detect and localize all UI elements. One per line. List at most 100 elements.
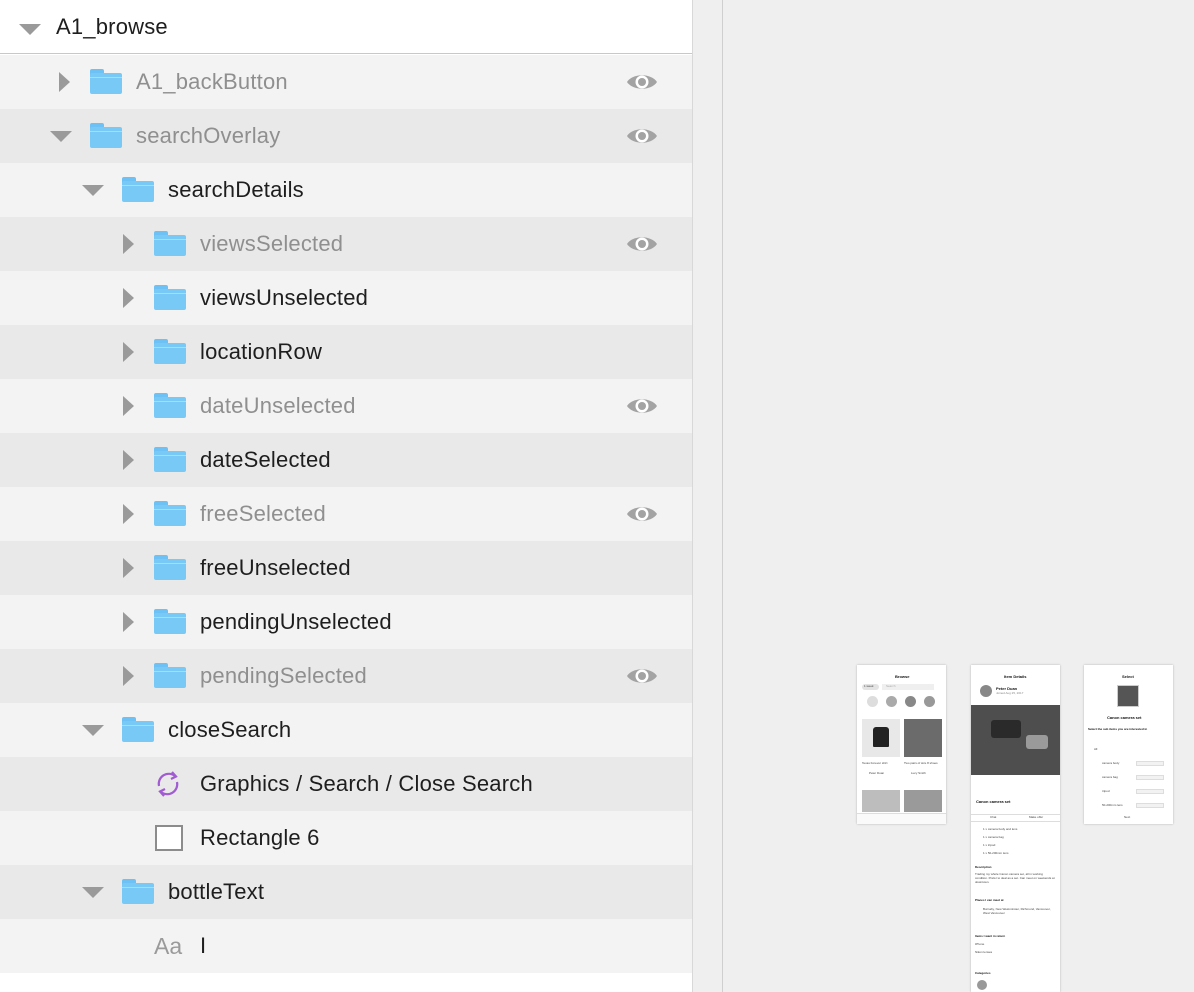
folder-icon <box>154 663 186 688</box>
instruction: Select the sub items you are interested … <box>1088 727 1148 731</box>
disclosure-collapsed-icon[interactable] <box>123 450 134 470</box>
folder-icon <box>122 177 154 202</box>
sub-item: 1 x tripod <box>983 843 996 847</box>
disclosure-collapsed-icon[interactable] <box>59 72 70 92</box>
symbol-icon <box>153 769 183 799</box>
search-placeholder: Search <box>886 684 896 688</box>
layer-label: A1_backButton <box>136 69 288 94</box>
layer-row[interactable]: dateUnselected <box>0 379 692 433</box>
layer-row[interactable]: viewsUnselected <box>0 271 692 325</box>
folder-icon <box>122 879 154 904</box>
disclosure-expanded-icon[interactable] <box>50 131 72 142</box>
search-chip-label: 1 week <box>864 684 874 688</box>
layer-label: Rectangle 6 <box>200 825 320 850</box>
visibility-eye-icon[interactable] <box>626 395 658 417</box>
folder-icon <box>154 393 186 418</box>
item-thumbnail <box>1117 685 1139 707</box>
item-image <box>904 790 942 812</box>
category-icon <box>977 980 987 990</box>
layer-row[interactable]: A1_backButton <box>0 55 692 109</box>
layer-row[interactable]: searchDetails <box>0 163 692 217</box>
want-item: Nikon lenses <box>975 950 993 954</box>
artboard-select[interactable]: Select Canon camera set Select the sub i… <box>1084 665 1173 824</box>
layer-row[interactable]: pendingUnselected <box>0 595 692 649</box>
layer-row[interactable]: Rectangle 6 <box>0 811 692 865</box>
folder-icon <box>122 717 154 742</box>
item-name: Canon camera set <box>976 799 1011 804</box>
folder-icon <box>154 447 186 472</box>
item-photo-detail <box>991 720 1021 738</box>
categories-heading: Categories <box>975 971 991 975</box>
visibility-eye-icon[interactable] <box>626 503 658 525</box>
disclosure-expanded-icon[interactable] <box>82 725 104 736</box>
disclosure-collapsed-icon[interactable] <box>123 612 134 632</box>
item-photo-detail <box>1026 735 1048 749</box>
layer-label: A1_browse <box>56 13 168 39</box>
tab-bar <box>857 813 946 824</box>
tab-strip <box>971 814 1060 822</box>
disclosure-expanded-icon[interactable] <box>82 887 104 898</box>
artboard-browse[interactable]: Browse 1 week Search Texas Forever shirt… <box>857 665 946 824</box>
tab-chat: Chat <box>990 815 997 819</box>
layers-panel: A1_browse A1_backButton searchOverlay sear… <box>0 0 693 992</box>
disclosure-expanded-icon[interactable] <box>19 24 41 35</box>
layer-row[interactable]: viewsSelected <box>0 217 692 271</box>
artboard-item-details[interactable]: Item Details Peter Duan Joined Aug 25, 2… <box>971 665 1060 992</box>
stepper <box>1136 775 1164 780</box>
layer-label: bottleText <box>168 879 265 904</box>
disclosure-collapsed-icon[interactable] <box>123 234 134 254</box>
category-icon <box>886 696 897 707</box>
layer-label: Graphics / Search / Close Search <box>200 771 533 796</box>
layer-row[interactable]: pendingSelected <box>0 649 692 703</box>
artboard-title: Select <box>1122 674 1134 679</box>
layer-label: viewsSelected <box>200 231 344 256</box>
want-heading: Items I want in return <box>975 934 1006 938</box>
option-all: All <box>1094 747 1098 751</box>
layer-row[interactable]: dateSelected <box>0 433 692 487</box>
disclosure-collapsed-icon[interactable] <box>123 396 134 416</box>
want-item: iPhone <box>975 942 985 946</box>
visibility-eye-icon[interactable] <box>626 665 658 687</box>
visibility-eye-icon[interactable] <box>626 125 658 147</box>
tab-make-offer: Make offer <box>1029 815 1044 819</box>
places-heading: Places I can meet at <box>975 898 1004 902</box>
visibility-eye-icon[interactable] <box>626 71 658 93</box>
disclosure-expanded-icon[interactable] <box>82 185 104 196</box>
user-joined: Joined Aug 25, 2017 <box>996 691 1024 695</box>
disclosure-collapsed-icon[interactable] <box>123 342 134 362</box>
avatar <box>980 685 992 697</box>
layer-row[interactable]: Aa I <box>0 919 692 973</box>
layer-label: pendingSelected <box>200 663 367 688</box>
item-name: Canon camera set <box>1107 715 1142 720</box>
sub-item: 1 x 50-200mm lens <box>983 851 1009 855</box>
layer-label: freeUnselected <box>200 555 351 580</box>
disclosure-collapsed-icon[interactable] <box>123 504 134 524</box>
layer-row[interactable]: locationRow <box>0 325 692 379</box>
disclosure-collapsed-icon[interactable] <box>123 558 134 578</box>
option: tripod <box>1102 789 1110 793</box>
layer-label: dateUnselected <box>200 393 356 418</box>
layer-row[interactable]: closeSearch <box>0 703 692 757</box>
artboard-title: Item Details <box>1004 674 1027 679</box>
shirt-image <box>873 727 889 747</box>
layer-row[interactable]: freeUnselected <box>0 541 692 595</box>
layer-row[interactable]: searchOverlay <box>0 109 692 163</box>
next-button: Next <box>1124 815 1131 819</box>
layer-row[interactable]: Graphics / Search / Close Search <box>0 757 692 811</box>
canvas[interactable]: Browse 1 week Search Texas Forever shirt… <box>723 0 1194 992</box>
folder-icon <box>154 501 186 526</box>
visibility-eye-icon[interactable] <box>626 233 658 255</box>
layer-row[interactable]: freeSelected <box>0 487 692 541</box>
folder-icon <box>90 123 122 148</box>
disclosure-collapsed-icon[interactable] <box>123 666 134 686</box>
item-image <box>904 719 942 757</box>
category-icon <box>905 696 916 707</box>
item-title: Texas Forever shirt <box>862 761 888 765</box>
option: camera bag <box>1102 775 1118 779</box>
disclosure-collapsed-icon[interactable] <box>123 288 134 308</box>
layer-row-a1-browse[interactable]: A1_browse <box>0 0 692 54</box>
layer-label: pendingUnselected <box>200 609 392 634</box>
description-heading: Description <box>975 865 992 869</box>
layer-row[interactable]: bottleText <box>0 865 692 919</box>
stepper <box>1136 761 1164 766</box>
